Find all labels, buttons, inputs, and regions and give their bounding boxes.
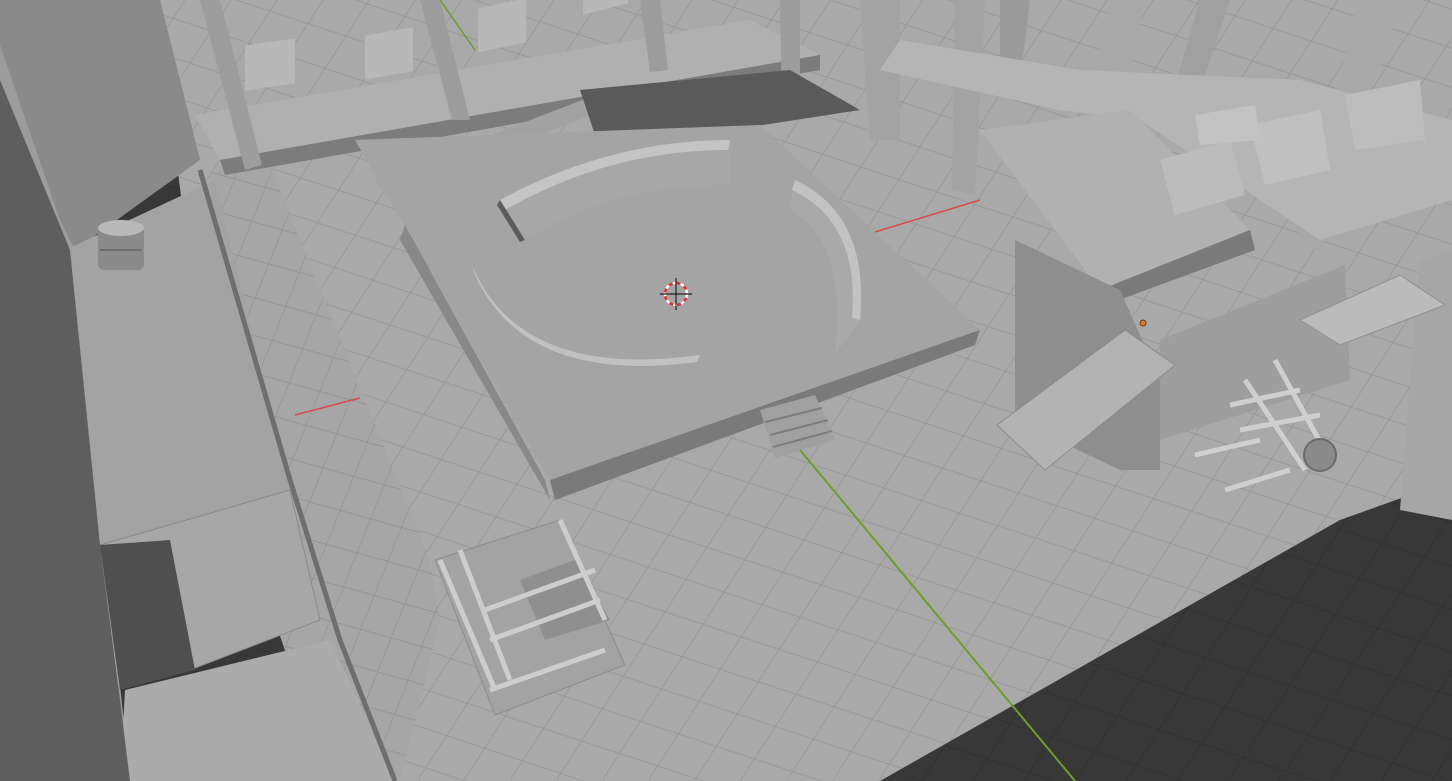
3d-viewport[interactable] [0,0,1452,781]
origin-point[interactable] [1139,319,1147,327]
barrel[interactable] [98,220,144,270]
